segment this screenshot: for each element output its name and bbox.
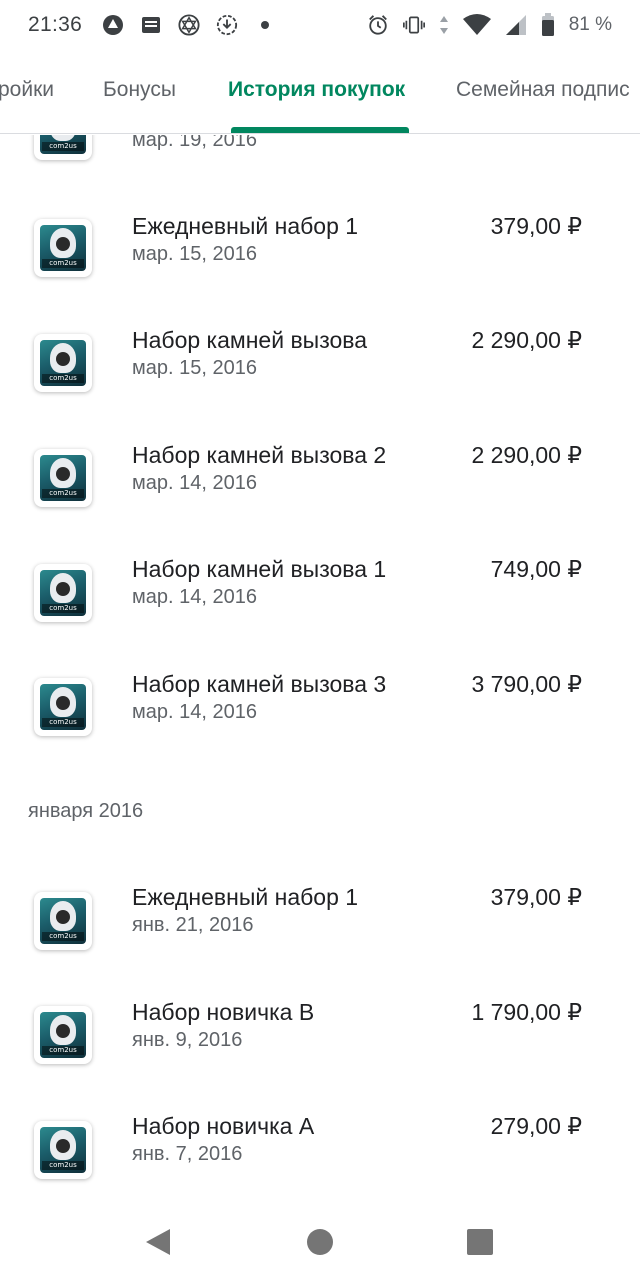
status-time: 21:36 <box>28 13 83 36</box>
status-bar: 21:36 81 % <box>0 0 640 50</box>
tab-bonuses[interactable]: Бонусы <box>103 78 176 102</box>
signal-icon <box>505 14 527 36</box>
list-item[interactable]: com2us Набор новичка A янв. 7, 2016 279,… <box>0 1101 640 1205</box>
purchase-price: 749,00 ₽ <box>490 556 582 582</box>
purchase-price: 1 790,00 ₽ <box>471 999 582 1025</box>
purchase-title: Набор новичка B <box>132 999 315 1025</box>
purchase-title: Набор камней вызова 2 <box>132 442 387 468</box>
purchase-price: 3 790,00 ₽ <box>471 671 582 697</box>
vibrate-icon <box>402 14 425 36</box>
purchase-date: янв. 7, 2016 <box>132 1143 243 1165</box>
purchase-price: 379,00 ₽ <box>490 213 582 239</box>
navigation-bar <box>0 1205 640 1280</box>
tab-family-subscription[interactable]: Семейная подпис <box>456 78 630 102</box>
drive-icon <box>102 14 124 36</box>
alarm-icon <box>367 14 389 36</box>
battery-percent: 81 % <box>568 14 612 35</box>
purchase-date: мар. 19, 2016 <box>132 135 257 151</box>
purchase-date: мар. 14, 2016 <box>132 586 257 608</box>
list-item[interactable]: com2us мар. 19, 2016 <box>0 135 640 169</box>
tab-bar: ройки Бонусы История покупок Семейная по… <box>0 50 640 134</box>
back-icon[interactable] <box>143 1227 173 1257</box>
purchase-title: Набор камней вызова 3 <box>132 671 387 697</box>
list-item[interactable]: com2us Набор камней вызова 2 мар. 14, 20… <box>0 430 640 544</box>
purchase-date: мар. 14, 2016 <box>132 701 257 723</box>
wifi-icon <box>462 14 491 36</box>
purchase-title: Набор новичка A <box>132 1113 315 1139</box>
app-icon: com2us <box>34 334 92 392</box>
download-icon <box>216 14 238 36</box>
data-arrows-icon <box>439 14 449 36</box>
app-icon: com2us <box>34 135 92 160</box>
purchase-history-list[interactable]: com2us мар. 19, 2016 com2us Ежедневный н… <box>0 135 640 1205</box>
app-icon: com2us <box>34 1006 92 1064</box>
battery-icon <box>541 13 555 36</box>
home-icon[interactable] <box>305 1227 335 1257</box>
list-item[interactable]: com2us Ежедневный набор 1 янв. 21, 2016 … <box>0 872 640 986</box>
recents-icon[interactable] <box>465 1227 495 1257</box>
purchase-date: янв. 9, 2016 <box>132 1029 243 1051</box>
purchase-date: мар. 15, 2016 <box>132 357 257 379</box>
purchase-date: янв. 21, 2016 <box>132 914 254 936</box>
list-item[interactable]: com2us Ежедневный набор 1 мар. 15, 2016 … <box>0 201 640 315</box>
app-icon: com2us <box>34 678 92 736</box>
app-icon: com2us <box>34 564 92 622</box>
purchase-date: мар. 14, 2016 <box>132 472 257 494</box>
purchase-title: Набор камней вызова 1 <box>132 556 387 582</box>
app-icon: com2us <box>34 892 92 950</box>
app-icon: com2us <box>34 1121 92 1179</box>
tab-settings[interactable]: ройки <box>0 78 54 102</box>
purchase-price: 379,00 ₽ <box>490 884 582 910</box>
list-item[interactable]: com2us Набор камней вызова 3 мар. 14, 20… <box>0 659 640 773</box>
app-icon: com2us <box>34 449 92 507</box>
purchase-title: Набор камней вызова <box>132 327 368 353</box>
purchase-price: 2 290,00 ₽ <box>471 442 582 468</box>
section-header-month: января 2016 <box>28 800 144 822</box>
purchase-price: 279,00 ₽ <box>490 1113 582 1139</box>
list-item[interactable]: com2us Набор камней вызова 1 мар. 14, 20… <box>0 544 640 658</box>
news-icon <box>140 14 162 36</box>
dot-icon <box>254 14 276 36</box>
app-icon: com2us <box>34 219 92 277</box>
tab-active-indicator <box>231 127 409 133</box>
purchase-title: Ежедневный набор 1 <box>132 213 359 239</box>
hexagram-icon <box>178 14 200 36</box>
purchase-date: мар. 15, 2016 <box>132 243 257 265</box>
tab-purchase-history[interactable]: История покупок <box>228 78 405 102</box>
purchase-price: 2 290,00 ₽ <box>471 327 582 353</box>
list-item[interactable]: com2us Набор камней вызова мар. 15, 2016… <box>0 315 640 429</box>
list-item[interactable]: com2us Набор новичка B янв. 9, 2016 1 79… <box>0 987 640 1101</box>
purchase-title: Ежедневный набор 1 <box>132 884 359 910</box>
